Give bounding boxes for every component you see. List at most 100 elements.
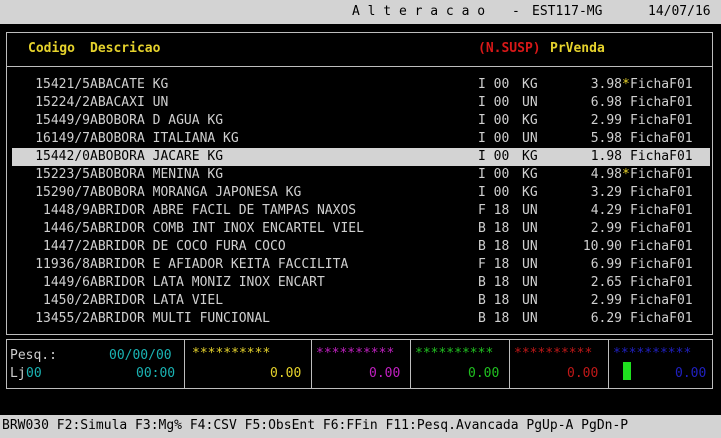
program-code: EST117-MG: [532, 4, 603, 19]
header-prvenda[interactable]: PrVenda: [550, 40, 605, 58]
cell-un: UN: [522, 131, 538, 146]
cell-price: 3.98: [590, 77, 622, 92]
cell-code: 1447/2: [43, 239, 90, 254]
lj-field[interactable]: 00: [26, 365, 42, 383]
cell-ncm: I 00: [478, 185, 510, 200]
cell-price: 2.99: [590, 221, 622, 236]
table-row[interactable]: 15223/5 ABOBORA MENINA KG I 00 KG 4.98 * Ficha…: [12, 166, 710, 184]
cell-price: 1.98: [590, 149, 622, 164]
cell-ficha: FichaF01: [630, 221, 693, 236]
cell-desc: ABRIDOR MULTI FUNCIONAL: [90, 311, 271, 326]
table-row[interactable]: 15442/0 ABOBORA JACARE KG I 00 KG 1.98 FichaF…: [12, 148, 710, 166]
pesq-date-field[interactable]: 00/00/00: [109, 347, 172, 365]
cell-price: 3.29: [590, 185, 622, 200]
cell-desc: ABACATE KG: [90, 77, 169, 92]
cell-ficha: FichaF01: [630, 131, 693, 146]
cell-ncm: B 18: [478, 293, 510, 308]
screen-title: A l t e r a c a o: [352, 4, 486, 19]
cell-ncm: I 00: [478, 77, 510, 92]
table-row[interactable]: 11936/8 ABRIDOR E AFIADOR KEITA FACCILITA…: [12, 256, 710, 274]
text-cursor: [623, 362, 631, 380]
cell-ncm: I 00: [478, 113, 510, 128]
cell-un: KG: [522, 77, 538, 92]
cell-un: UN: [522, 257, 538, 272]
table-row[interactable]: 15224/2 ABACAXI UN I 00 UN 6.98 FichaF01: [12, 94, 710, 112]
box-yellow-stars: **********: [192, 346, 271, 361]
cell-ncm: B 18: [478, 275, 510, 290]
cell-price: 2.65: [590, 275, 622, 290]
cell-ficha: FichaF01: [630, 239, 693, 254]
table-row[interactable]: 1448/9 ABRIDOR ABRE FACIL DE TAMPAS NAXOS…: [12, 202, 710, 220]
cell-price: 2.99: [590, 293, 622, 308]
box-blue-stars: **********: [613, 346, 692, 361]
header-separator: [7, 66, 712, 67]
header-codigo[interactable]: Codigo: [28, 40, 75, 58]
cell-desc: ABOBORA JACARE KG: [90, 149, 224, 164]
cell-desc: ABRIDOR COMB INT INOX ENCARTEL VIEL: [90, 221, 364, 236]
cell-un: UN: [522, 293, 538, 308]
cell-un: UN: [522, 203, 538, 218]
cell-desc: ABRIDOR E AFIADOR KEITA FACCILITA: [90, 257, 349, 272]
box-red-stars: **********: [514, 346, 593, 361]
cell-price: 6.99: [590, 257, 622, 272]
cell-ficha: FichaF01: [630, 203, 693, 218]
cell-ncm: B 18: [478, 221, 510, 236]
box-green-value: 0.00: [468, 366, 500, 381]
pesq-label: Pesq.:: [10, 348, 57, 363]
totals-divider: [410, 340, 411, 388]
cell-price: 6.98: [590, 95, 622, 110]
cell-un: UN: [522, 239, 538, 254]
cell-desc: ABRIDOR LATA VIEL: [90, 293, 224, 308]
time-field[interactable]: 00:00: [136, 365, 175, 383]
cell-code: 1446/5: [43, 221, 90, 236]
cell-code: 11936/8: [35, 257, 90, 272]
cell-un: KG: [522, 149, 538, 164]
cell-desc: ABRIDOR LATA MONIZ INOX ENCART: [90, 275, 325, 290]
cell-ncm: I 00: [478, 149, 510, 164]
box-red-value: 0.00: [567, 366, 599, 381]
cell-desc: ABOBORA ITALIANA KG: [90, 131, 239, 146]
cell-code: 16149/7: [35, 131, 90, 146]
cell-code: 15224/2: [35, 95, 90, 110]
cell-code: 1449/6: [43, 275, 90, 290]
cell-desc: ABOBORA MORANGA JAPONESA KG: [90, 185, 302, 200]
cell-desc: ABRIDOR DE COCO FURA COCO: [90, 239, 286, 254]
cell-code: 13455/2: [35, 311, 90, 326]
totals-divider: [184, 340, 185, 388]
table-row[interactable]: 1449/6 ABRIDOR LATA MONIZ INOX ENCART B 18…: [12, 274, 710, 292]
cell-desc: ABRIDOR ABRE FACIL DE TAMPAS NAXOS: [90, 203, 357, 218]
table-row[interactable]: 16149/7 ABOBORA ITALIANA KG I 00 UN 5.98 Fich…: [12, 130, 710, 148]
function-key-help[interactable]: BRW030 F2:Simula F3:Mg% F4:CSV F5:ObsEnt…: [2, 417, 628, 435]
cell-code: 15223/5: [35, 167, 90, 182]
table-row[interactable]: 15449/9 ABOBORA D AGUA KG I 00 KG 2.99 FichaF…: [12, 112, 710, 130]
cell-un: KG: [522, 167, 538, 182]
totals-divider: [509, 340, 510, 388]
cell-code: 1448/9: [43, 203, 90, 218]
function-key-bar: BRW030 F2:Simula F3:Mg% F4:CSV F5:ObsEnt…: [0, 415, 721, 438]
table-row[interactable]: 1450/2 ABRIDOR LATA VIEL B 18 UN 2.99 FichaF0…: [12, 292, 710, 310]
cell-un: UN: [522, 275, 538, 290]
cell-price: 6.29: [590, 311, 622, 326]
cell-ficha: FichaF01: [630, 77, 693, 92]
header-descricao[interactable]: Descricao: [90, 40, 160, 58]
table-row[interactable]: 15421/5 ABACATE KG I 00 KG 3.98 * FichaF01: [12, 76, 710, 94]
table-row[interactable]: 1447/2 ABRIDOR DE COCO FURA COCO B 18 UN 10.…: [12, 238, 710, 256]
cell-ficha: FichaF01: [630, 311, 693, 326]
cell-price: 10.90: [582, 239, 622, 254]
table-row[interactable]: 15290/7 ABOBORA MORANGA JAPONESA KG I 00 KG…: [12, 184, 710, 202]
cell-code: 15449/9: [35, 113, 90, 128]
cell-ncm: B 18: [478, 239, 510, 254]
cell-desc: ABACAXI UN: [90, 95, 169, 110]
cell-un: KG: [522, 113, 538, 128]
cell-price: 4.29: [590, 203, 622, 218]
cell-ncm: F 18: [478, 203, 510, 218]
box-yellow-value: 0.00: [270, 366, 302, 381]
cell-code: 15290/7: [35, 185, 90, 200]
screen-date: 14/07/16: [648, 4, 711, 19]
cell-ncm: B 18: [478, 311, 510, 326]
title-bar: A l t e r a c a o - EST117-MG 14/07/16: [0, 0, 721, 24]
cell-ncm: I 00: [478, 167, 510, 182]
table-row[interactable]: 1446/5 ABRIDOR COMB INT INOX ENCARTEL VIE…: [12, 220, 710, 238]
cell-ficha: FichaF01: [630, 95, 693, 110]
table-row[interactable]: 13455/2 ABRIDOR MULTI FUNCIONAL B 18 UN 6.29…: [12, 310, 710, 328]
